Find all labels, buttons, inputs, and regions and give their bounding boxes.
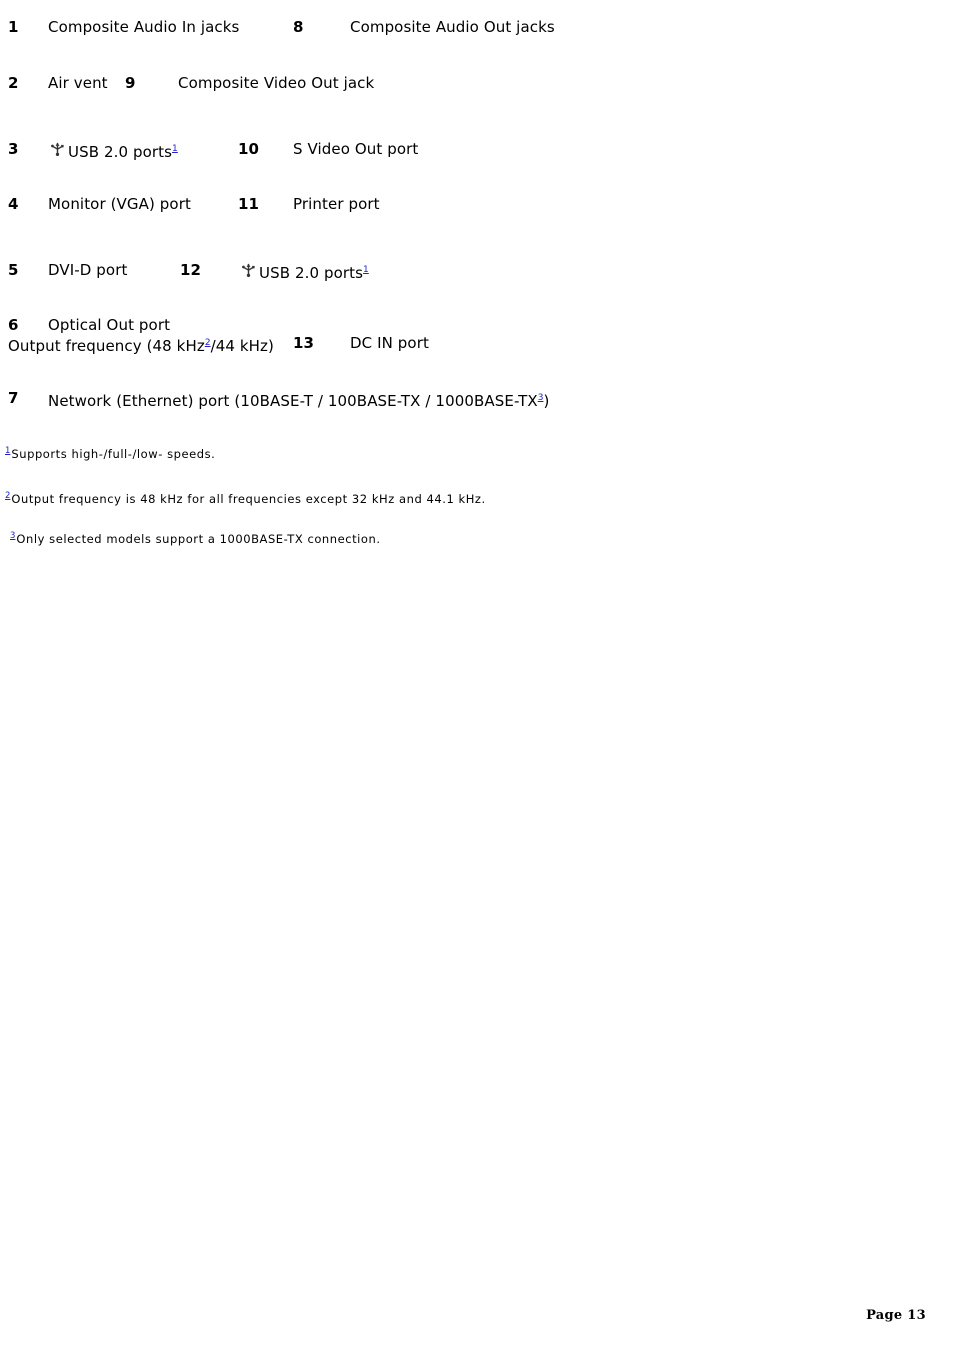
legend-label-6-line2: Output frequency (48 kHz2/44 kHz) [8,334,274,355]
footnote-text-3: Only selected models support a 1000BASE-… [16,531,381,546]
usb-icon [48,140,67,159]
footnote-marker-2[interactable]: 2 [5,491,10,501]
legend-number-10: 10 [238,140,260,158]
output-frequency-text: Output frequency (48 kHz [8,337,205,355]
document-page: 1 Composite Audio In jacks 8 Composite A… [0,0,954,1351]
legend-label-10: S Video Out port [293,140,419,158]
footnote-3: 3Only selected models support a 1000BASE… [10,529,381,546]
legend-number-8: 8 [293,18,304,36]
legend-label-4: Monitor (VGA) port [48,195,191,213]
footnote-text-2: Output frequency is 48 kHz for all frequ… [11,491,486,506]
legend-number-13: 13 [293,334,315,352]
footnote-2: 2Output frequency is 48 kHz for all freq… [5,489,486,506]
legend-number-2: 2 [8,74,19,92]
legend-label-5: DVI-D port [48,261,128,279]
legend-number-3: 3 [8,140,19,158]
legend-number-11: 11 [238,195,260,213]
legend-label-7-text: Network (Ethernet) port (10BASE-T / 100B… [48,392,538,410]
legend-number-7: 7 [8,389,19,407]
legend-label-7: Network (Ethernet) port (10BASE-T / 100B… [48,389,549,410]
footnote-marker-1[interactable]: 1 [5,446,10,456]
legend-label-7-tail: ) [543,392,550,410]
usb-icon [239,261,258,280]
legend-number-12: 12 [180,261,202,279]
footnote-ref-1[interactable]: 1 [363,265,369,275]
legend-label-6: Optical Out port [48,316,171,334]
legend-label-3: USB 2.0 ports1 [48,140,178,162]
legend-label-8: Composite Audio Out jacks [350,18,555,36]
legend-label-12: USB 2.0 ports1 [239,261,369,283]
legend-label-1: Composite Audio In jacks [48,18,240,36]
legend-label-3-text: USB 2.0 ports [68,143,173,161]
legend-label-9: Composite Video Out jack [178,74,375,92]
legend-label-13: DC IN port [350,334,429,352]
output-frequency-tail: /44 kHz) [210,337,274,355]
footnote-ref-1[interactable]: 1 [172,144,178,154]
legend-number-4: 4 [8,195,19,213]
legend-label-2: Air vent [48,74,108,92]
legend-number-6: 6 [8,316,19,334]
legend-number-1: 1 [8,18,19,36]
footnote-1: 1Supports high-/full-/low- speeds. [5,444,215,461]
legend-label-11: Printer port [293,195,380,213]
legend-label-12-text: USB 2.0 ports [259,264,364,282]
footnote-marker-3[interactable]: 3 [10,531,15,541]
legend-number-9: 9 [125,74,136,92]
footnote-text-1: Supports high-/full-/low- speeds. [11,446,216,461]
page-number: Page 13 [866,1308,926,1323]
legend-number-5: 5 [8,261,19,279]
